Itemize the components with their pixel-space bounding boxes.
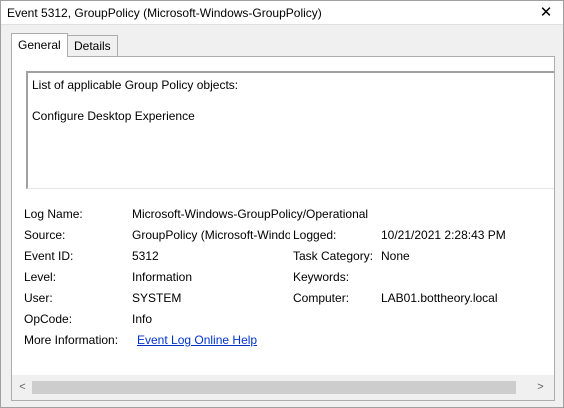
scroll-left-icon[interactable]: <	[14, 379, 31, 396]
user-value[interactable]: SYSTEM	[132, 291, 290, 305]
task-category-label: Task Category:	[293, 249, 374, 263]
more-info-label: More Information:	[24, 333, 119, 347]
opcode-label: OpCode:	[24, 312, 73, 326]
computer-label: Computer:	[293, 291, 350, 305]
description-line: Configure Desktop Experience	[32, 109, 195, 123]
logged-label: Logged:	[293, 228, 337, 242]
task-category-value[interactable]: None	[381, 249, 410, 263]
level-label: Level:	[24, 270, 57, 284]
event-id-label: Event ID:	[24, 249, 74, 263]
level-value[interactable]: Information	[132, 270, 290, 284]
scroll-right-icon[interactable]: >	[532, 379, 549, 396]
opcode-value[interactable]: Info	[132, 312, 290, 326]
tab-details[interactable]: Details	[67, 35, 118, 57]
event-id-value[interactable]: 5312	[132, 249, 290, 263]
logged-value[interactable]: 10/21/2021 2:28:43 PM	[381, 228, 506, 242]
source-label: Source:	[24, 228, 66, 242]
title-bar[interactable]: Event 5312, GroupPolicy (Microsoft-Windo…	[1, 1, 563, 25]
close-icon[interactable]: ✕	[533, 3, 559, 23]
log-name-value[interactable]: Microsoft-Windows-GroupPolicy/Operationa…	[132, 207, 392, 221]
general-tab-panel: List of applicable Group Policy objects:…	[11, 56, 555, 401]
computer-value[interactable]: LAB01.bottheory.local	[381, 291, 498, 305]
source-value[interactable]: GroupPolicy (Microsoft-Windows-GroupPoli…	[132, 228, 290, 242]
window-title: Event 5312, GroupPolicy (Microsoft-Windo…	[7, 6, 322, 20]
tab-general[interactable]: General	[11, 33, 68, 57]
scrollbar-thumb[interactable]	[32, 381, 516, 394]
event-log-online-help-link[interactable]: Event Log Online Help	[137, 333, 257, 347]
description-line: List of applicable Group Policy objects:	[32, 78, 239, 92]
log-name-label: Log Name:	[24, 207, 83, 221]
horizontal-scrollbar[interactable]: < >	[12, 375, 554, 400]
user-label: User:	[24, 291, 53, 305]
event-description-box[interactable]: List of applicable Group Policy objects:…	[26, 71, 554, 189]
event-properties-window: Event 5312, GroupPolicy (Microsoft-Windo…	[0, 0, 564, 408]
keywords-label: Keywords:	[293, 270, 350, 284]
